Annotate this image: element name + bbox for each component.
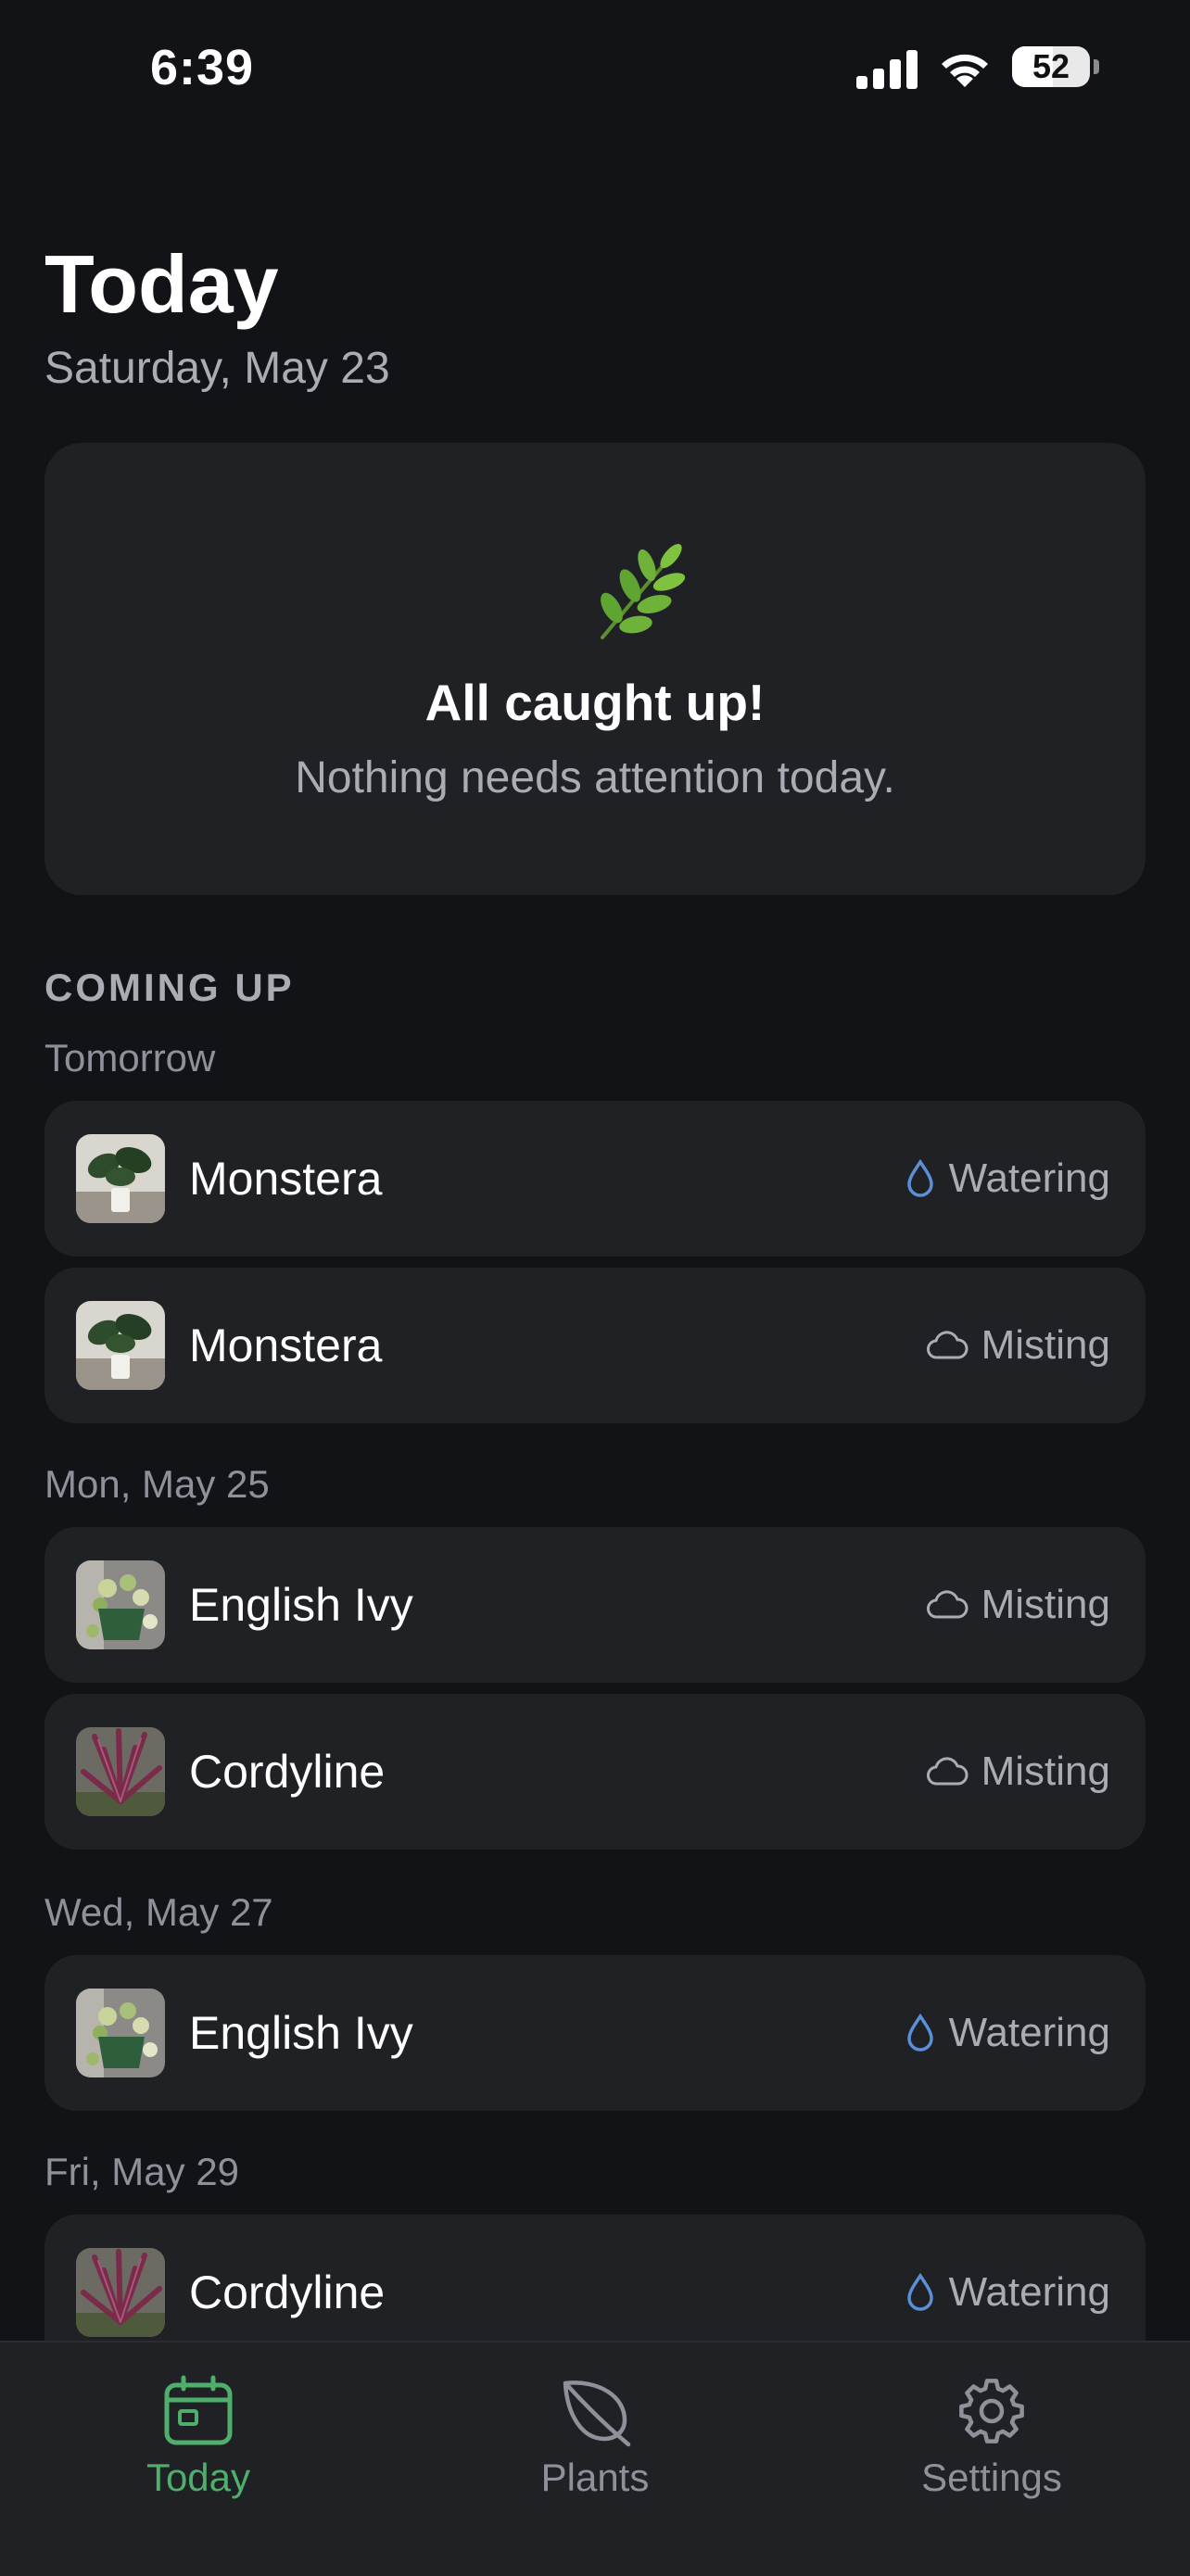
cloud-icon [926,1757,968,1786]
caught-up-message: Nothing needs attention today. [295,753,895,802]
plant-name: Monstera [189,1320,383,1371]
task-label: Watering [905,1955,1110,2111]
group-date-label: Wed, May 27 [44,1890,273,1934]
section-heading-coming-up: COMING UP [44,966,295,1009]
task-name: Watering [948,2010,1110,2055]
task-row-monstera-watering[interactable]: Monstera Watering [44,1101,1146,1256]
battery-percent: 52 [1032,47,1070,85]
task-name: Misting [981,1582,1110,1627]
caught-up-card: All caught up! Nothing needs attention t… [44,443,1146,895]
wifi-icon [942,54,988,87]
plant-thumbnail [76,1301,165,1390]
schedule-group: Wed, May 27 English Ivy Watering [44,1885,1146,2122]
plant-name: Cordyline [189,1746,386,1798]
plant-name: English Ivy [189,1579,413,1631]
task-label: Misting [926,1268,1110,1423]
tab-plants[interactable]: Plants [456,2374,734,2500]
caught-up-headline: All caught up! [424,674,766,731]
tab-today[interactable]: Today [59,2374,337,2500]
tab-label: Plants [540,2456,650,2499]
task-row-monstera-misting[interactable]: Monstera Misting [44,1268,1146,1423]
plant-name: Monstera [189,1153,383,1205]
task-name: Watering [948,2269,1110,2315]
water-drop-icon [906,2273,933,2311]
task-label: Misting [926,1527,1110,1683]
plant-thumbnail [76,1727,165,1816]
group-date-label: Mon, May 25 [44,1462,270,1506]
page-date: Saturday, May 23 [44,344,390,393]
signal-icon [856,50,918,89]
task-row-cordyline-misting[interactable]: Cordyline Misting [44,1694,1146,1850]
battery-indicator: 52 [1012,46,1099,89]
status-bar: 6:39 52 [0,0,1190,139]
plant-thumbnail [76,2248,165,2337]
task-label: Misting [926,1694,1110,1850]
task-name: Misting [981,1749,1110,1794]
task-name: Misting [981,1322,1110,1368]
task-row-english-ivy-misting[interactable]: English Ivy Misting [44,1527,1146,1683]
leaf-icon [563,2380,631,2447]
plant-thumbnail [76,1134,165,1223]
schedule-group: Mon, May 25 English Ivy Misting Cordylin… [44,1457,1146,1861]
tab-label: Settings [921,2456,1062,2499]
tab-settings[interactable]: Settings [853,2374,1131,2500]
schedule-group: Tomorrow Monstera Watering Monstera Mist… [44,1030,1146,1434]
gear-icon [959,2379,1024,2443]
plant-name: English Ivy [189,2007,413,2059]
water-drop-icon [906,2014,933,2052]
sprig-icon [601,543,686,639]
group-date-label: Tomorrow [44,1036,216,1080]
group-date-label: Fri, May 29 [44,2150,240,2193]
task-label: Watering [905,1101,1110,1256]
cloud-icon [926,1590,968,1619]
tab-label: Today [146,2456,251,2499]
task-row-english-ivy-watering[interactable]: English Ivy Watering [44,1955,1146,2111]
calendar-icon [164,2375,233,2445]
page-title: Today [44,238,279,330]
tab-bar: Today Plants Settings [0,2341,1190,2576]
cloud-icon [926,1331,968,1359]
plant-thumbnail [76,1560,165,1649]
task-name: Watering [948,1155,1110,1201]
water-drop-icon [906,1159,933,1197]
plant-thumbnail [76,1989,165,2077]
status-time: 6:39 [150,40,255,95]
